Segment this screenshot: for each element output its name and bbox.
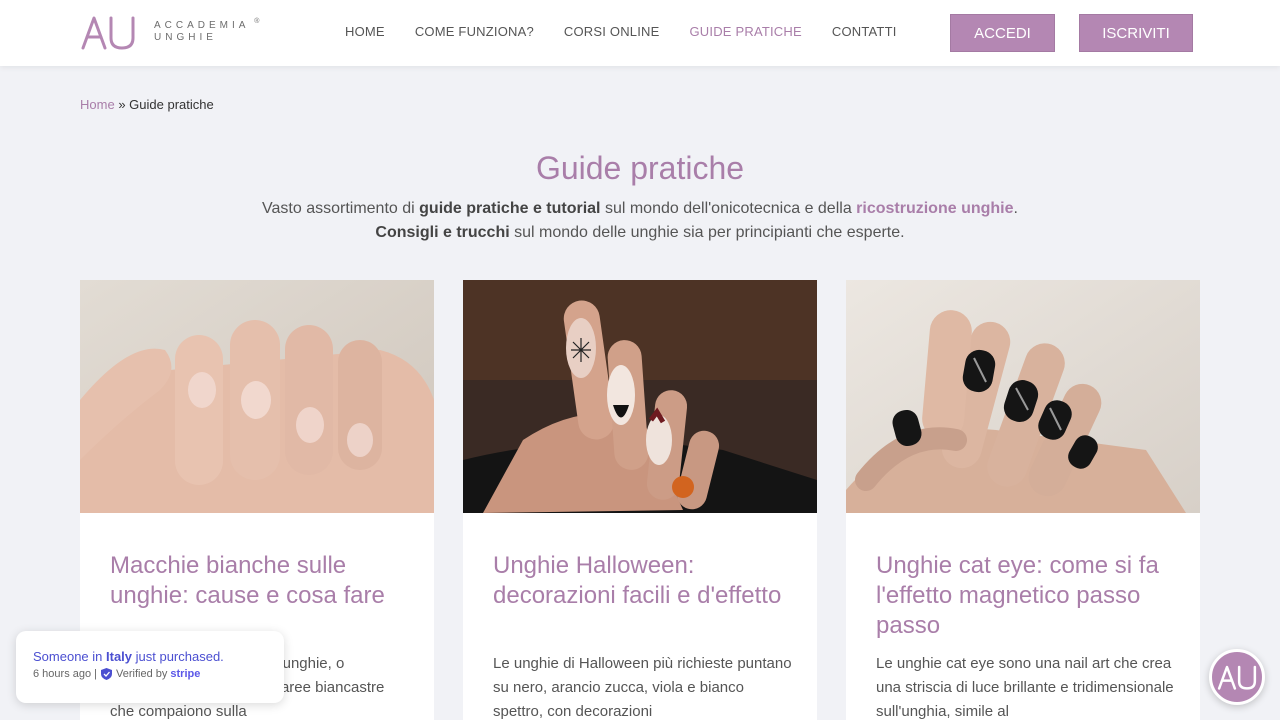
- breadcrumb: Home » Guide pratiche: [80, 97, 214, 112]
- nav-corsi-online[interactable]: CORSI ONLINE: [564, 24, 660, 39]
- site-logo[interactable]: ACCADEMIA UNGHIE ®: [80, 14, 259, 50]
- toast-verified: Verified by: [116, 668, 168, 680]
- nav-home[interactable]: HOME: [345, 24, 385, 39]
- breadcrumb-home[interactable]: Home: [80, 97, 115, 112]
- breadcrumb-separator: »: [118, 97, 126, 112]
- card-title[interactable]: Macchie bianche sulle unghie: cause e co…: [110, 551, 410, 611]
- article-card[interactable]: Unghie Halloween: decorazioni facili e d…: [463, 280, 817, 720]
- breadcrumb-current: Guide pratiche: [129, 97, 214, 112]
- nav-come-funziona[interactable]: COME FUNZIONA?: [415, 24, 534, 39]
- au-logo-icon: [1217, 665, 1257, 690]
- card-excerpt: Le unghie di Halloween più richieste pun…: [493, 655, 792, 720]
- card-image-natural-nails[interactable]: [80, 280, 434, 513]
- registered-mark: ®: [254, 18, 260, 25]
- intro-text-4: sul mondo delle unghie sia per principia…: [509, 224, 905, 241]
- card-title[interactable]: Unghie Halloween: decorazioni facili e d…: [493, 551, 793, 611]
- main-nav: HOME COME FUNZIONA? CORSI ONLINE GUIDE P…: [345, 24, 927, 39]
- intro-text-1: Vasto assortimento di: [262, 200, 420, 217]
- stripe-logo: stripe: [170, 668, 201, 680]
- toast-place: Italy: [106, 649, 133, 664]
- intro-bold-2: Consigli e trucchi: [375, 224, 510, 241]
- au-logo-icon: [81, 16, 135, 50]
- toast-pre: Someone in: [33, 649, 106, 664]
- verified-shield-icon: [101, 668, 113, 680]
- intro-bold-1: guide pratiche e tutorial: [419, 200, 601, 217]
- purchase-notification[interactable]: Someone in Italy just purchased. 6 hours…: [16, 631, 284, 703]
- site-header: ACCADEMIA UNGHIE ® HOME COME FUNZIONA? C…: [0, 0, 1280, 66]
- logo-line-2: UNGHIE: [154, 32, 217, 43]
- intro-text-3: .: [1013, 200, 1018, 217]
- logo-line-1: ACCADEMIA: [154, 20, 250, 31]
- card-image-cat-eye-nails[interactable]: [846, 280, 1200, 513]
- card-title[interactable]: Unghie cat eye: come si fa l'effetto mag…: [876, 551, 1176, 641]
- toast-time: 6 hours ago |: [33, 668, 98, 680]
- toast-post: just purchased.: [132, 649, 224, 664]
- register-button[interactable]: ISCRIVITI: [1079, 14, 1193, 52]
- page-title: Guide pratiche: [535, 150, 745, 186]
- logo-wordmark: ACCADEMIA UNGHIE ®: [154, 18, 259, 44]
- card-image-halloween-nails[interactable]: [463, 280, 817, 513]
- card-excerpt: Le unghie cat eye sono una nail art che …: [876, 655, 1174, 720]
- login-button[interactable]: ACCEDI: [950, 14, 1055, 52]
- intro-link-ricostruzione[interactable]: ricostruzione unghie: [856, 200, 1013, 217]
- article-card[interactable]: Unghie cat eye: come si fa l'effetto mag…: [846, 280, 1200, 720]
- intro-text-2: sul mondo dell'onicotecnica e della: [600, 200, 857, 217]
- page-intro: Vasto assortimento di guide pratiche e t…: [260, 197, 1020, 245]
- nav-contatti[interactable]: CONTATTI: [832, 24, 897, 39]
- nav-guide-pratiche[interactable]: GUIDE PRATICHE: [690, 24, 802, 39]
- toast-message: Someone in Italy just purchased.: [33, 649, 284, 664]
- toast-meta: 6 hours ago | Verified by stripe: [33, 668, 284, 680]
- floating-chat-button[interactable]: [1209, 649, 1265, 705]
